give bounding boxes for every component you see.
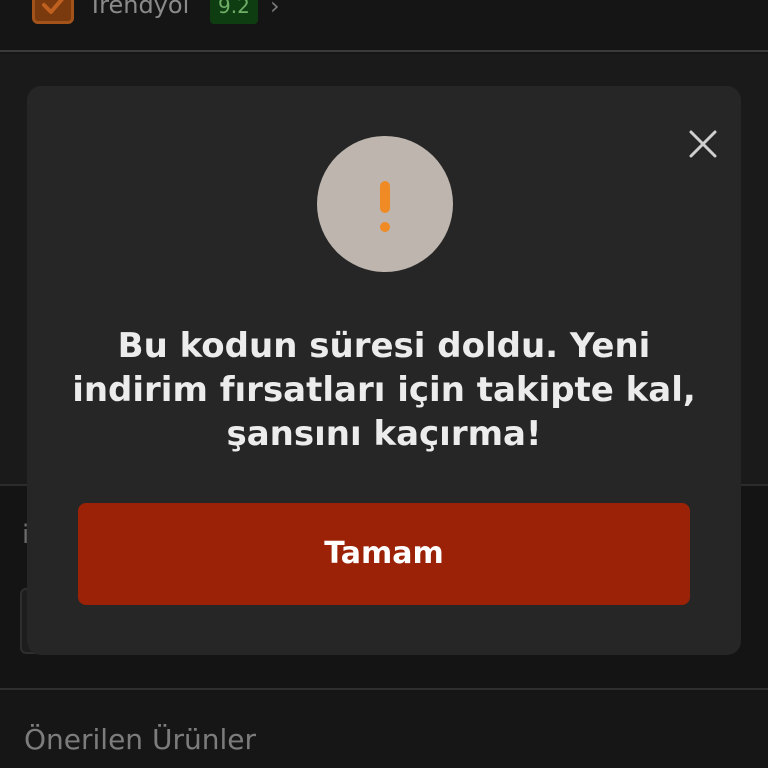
chevron-right-icon[interactable]: › (270, 0, 280, 20)
expired-code-dialog: Bu kodun süresi doldu. Yeni indirim fırs… (27, 86, 741, 655)
dialog-message-line: şansını kaçırma! (226, 414, 542, 454)
dialog-message-line: Bu kodun süresi doldu. Yeni (117, 326, 651, 366)
close-button[interactable] (683, 124, 723, 164)
recommended-products-title: Önerilen Ürünler (24, 723, 256, 756)
dialog-message: Bu kodun süresi doldu. Yeni indirim fırs… (67, 324, 701, 456)
page: Trendyol 9.2 › i Önerilen Ürünler Bu kod… (0, 0, 768, 768)
seller-name: Trendyol (88, 0, 190, 19)
check-badge-icon (32, 0, 74, 24)
close-icon (689, 130, 717, 158)
exclamation-icon (380, 181, 390, 232)
dialog-message-line: indirim fırsatları için takipte kal, (72, 370, 696, 410)
ok-button[interactable]: Tamam (78, 503, 690, 605)
seller-rating-badge: 9.2 (210, 0, 258, 24)
alert-circle (317, 136, 453, 272)
